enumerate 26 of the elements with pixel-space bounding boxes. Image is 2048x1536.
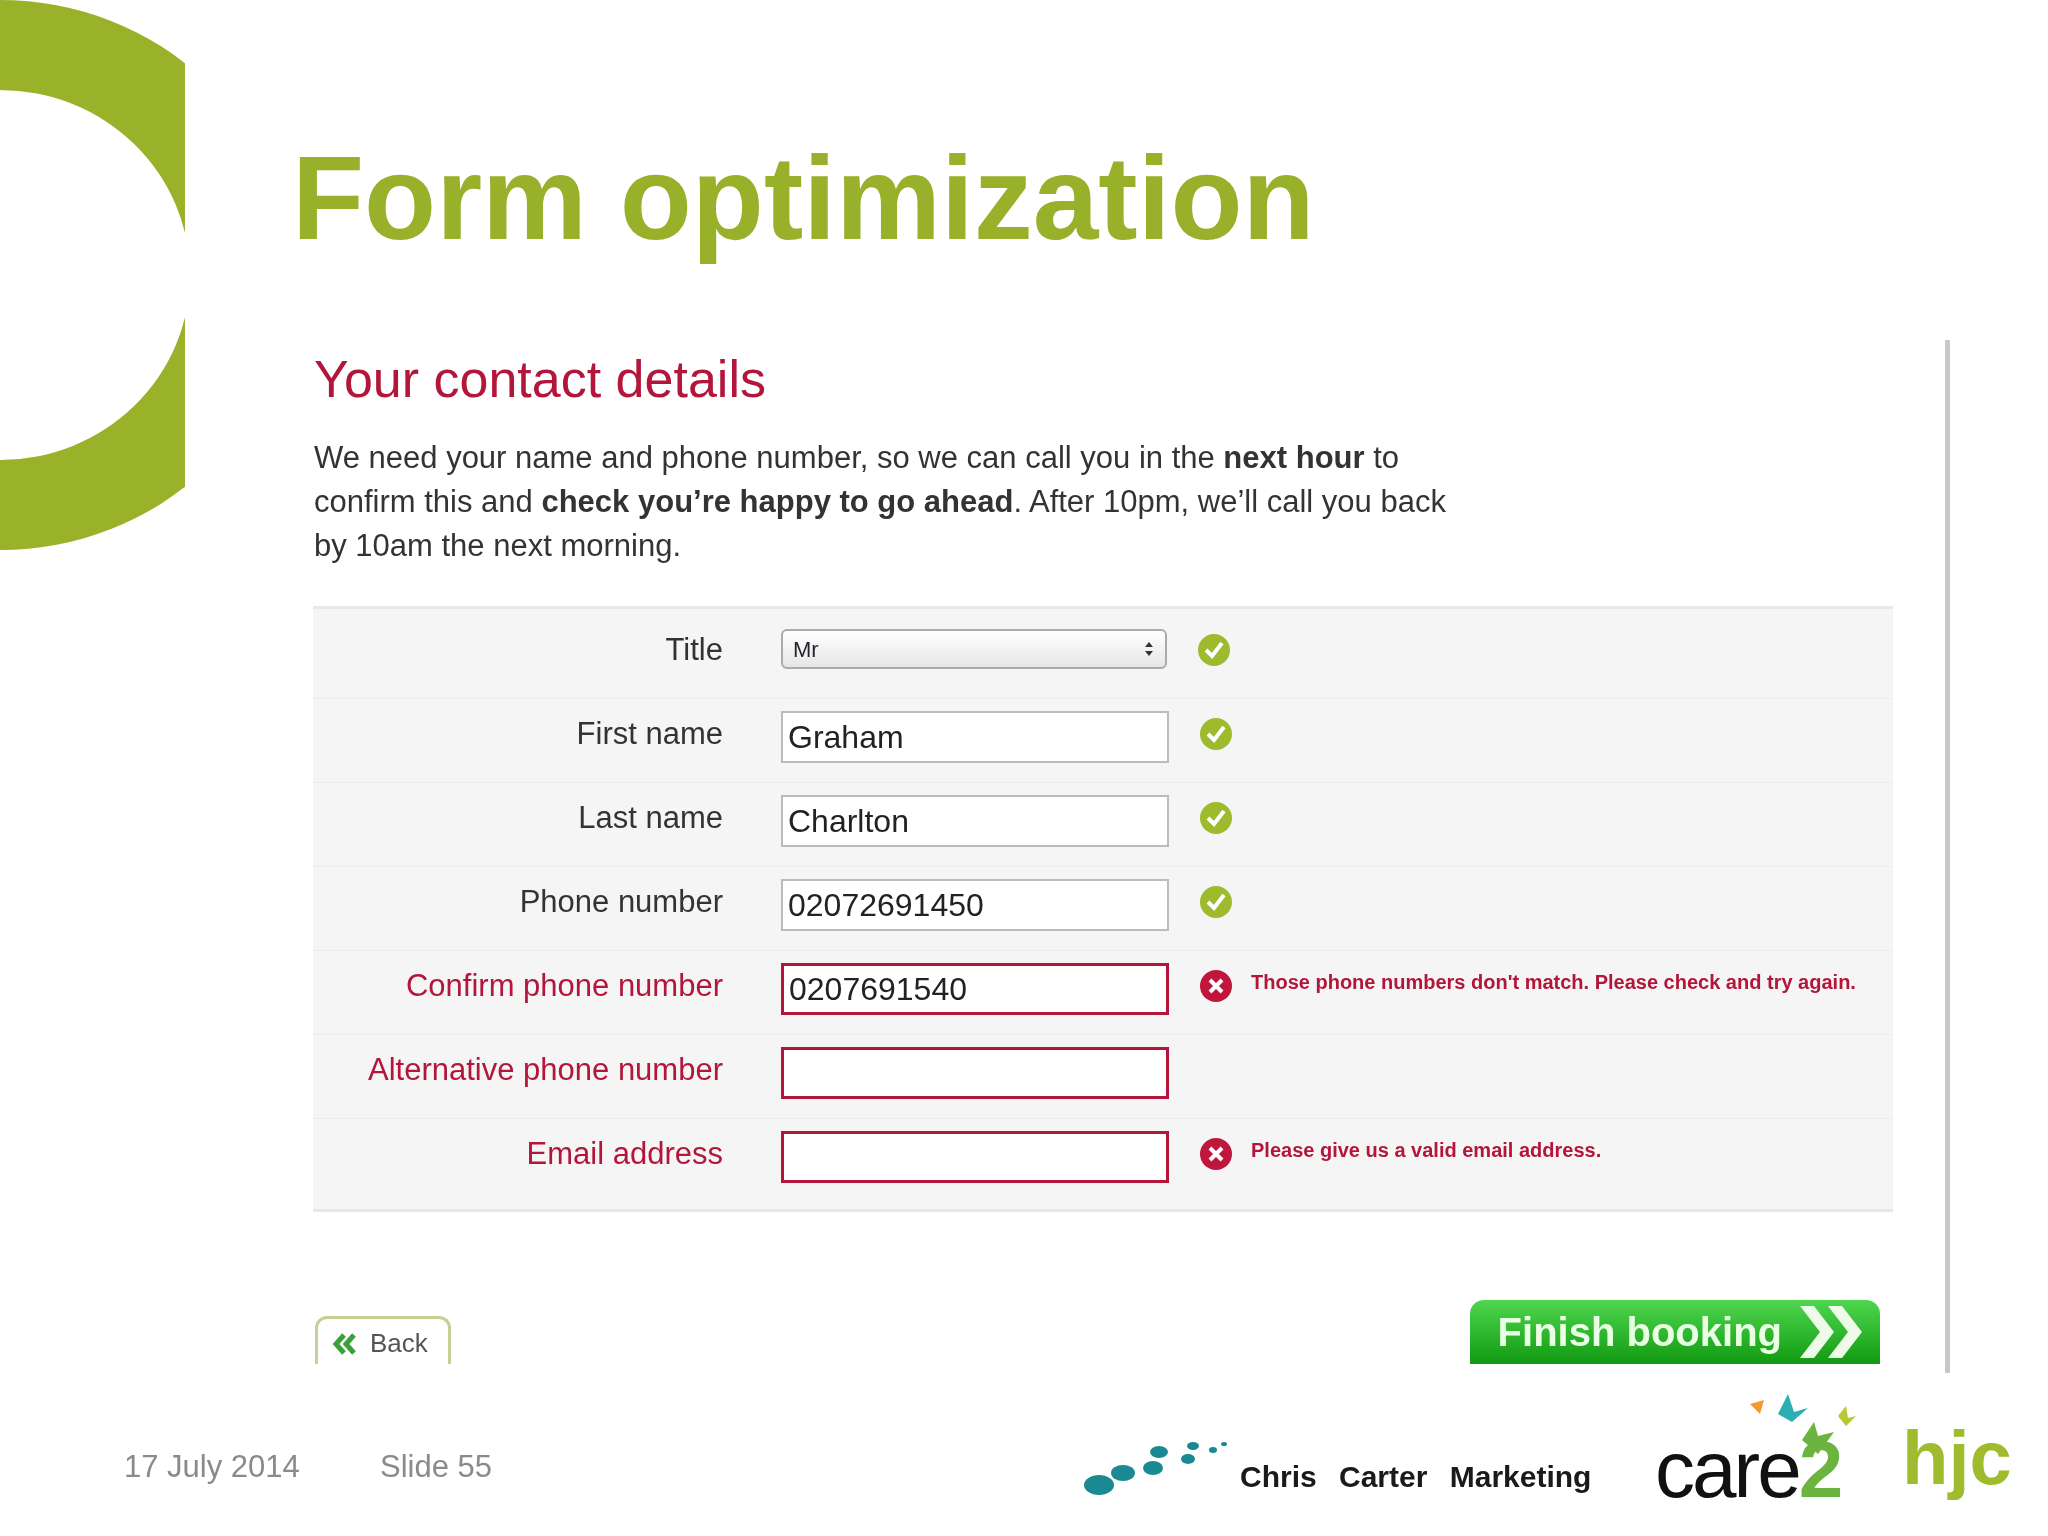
intro-paragraph: We need your name and phone number, so we can call you in the next hour to confirm this and check you’re happy to go ahead. After 10pm, we’ll call you back by 10am the next morning. — [314, 439, 1447, 566]
input-field[interactable]: 02072691450 — [781, 879, 1169, 932]
section-heading: Your contact details — [314, 349, 767, 410]
field-label: Phone number — [518, 883, 723, 922]
hjc-logo: hjc — [1902, 1414, 2012, 1502]
title-select[interactable]: Mr — [781, 629, 1167, 670]
slide-date: 17 July 2014 — [124, 1448, 300, 1486]
input-field[interactable]: 0207691540 — [781, 963, 1169, 1016]
double-chevron-left-icon — [332, 1332, 358, 1355]
field-label: Last name — [577, 799, 723, 838]
slide-title: Form optimization — [292, 131, 1315, 266]
field-label: Title — [664, 631, 723, 670]
input-field[interactable]: Graham — [781, 711, 1169, 764]
dots-logo-icon — [1083, 1440, 1228, 1496]
field-label: Alternative phone number — [367, 1051, 723, 1090]
slide-number: Slide 55 — [380, 1448, 493, 1486]
input-field[interactable] — [781, 1047, 1169, 1100]
error-message: Those phone numbers don't match. Please check and try again. — [1251, 970, 1857, 996]
company-logo: Chris Carter Marketing — [1240, 1459, 1592, 1495]
error-message: Please give us a valid email address. — [1251, 1138, 1603, 1164]
input-field[interactable] — [781, 1131, 1169, 1184]
input-field[interactable]: Charlton — [781, 795, 1169, 848]
field-label: Email address — [525, 1135, 723, 1174]
back-button[interactable]: Back — [315, 1316, 451, 1365]
field-label: First name — [575, 715, 723, 754]
field-label: Confirm phone number — [404, 967, 723, 1006]
